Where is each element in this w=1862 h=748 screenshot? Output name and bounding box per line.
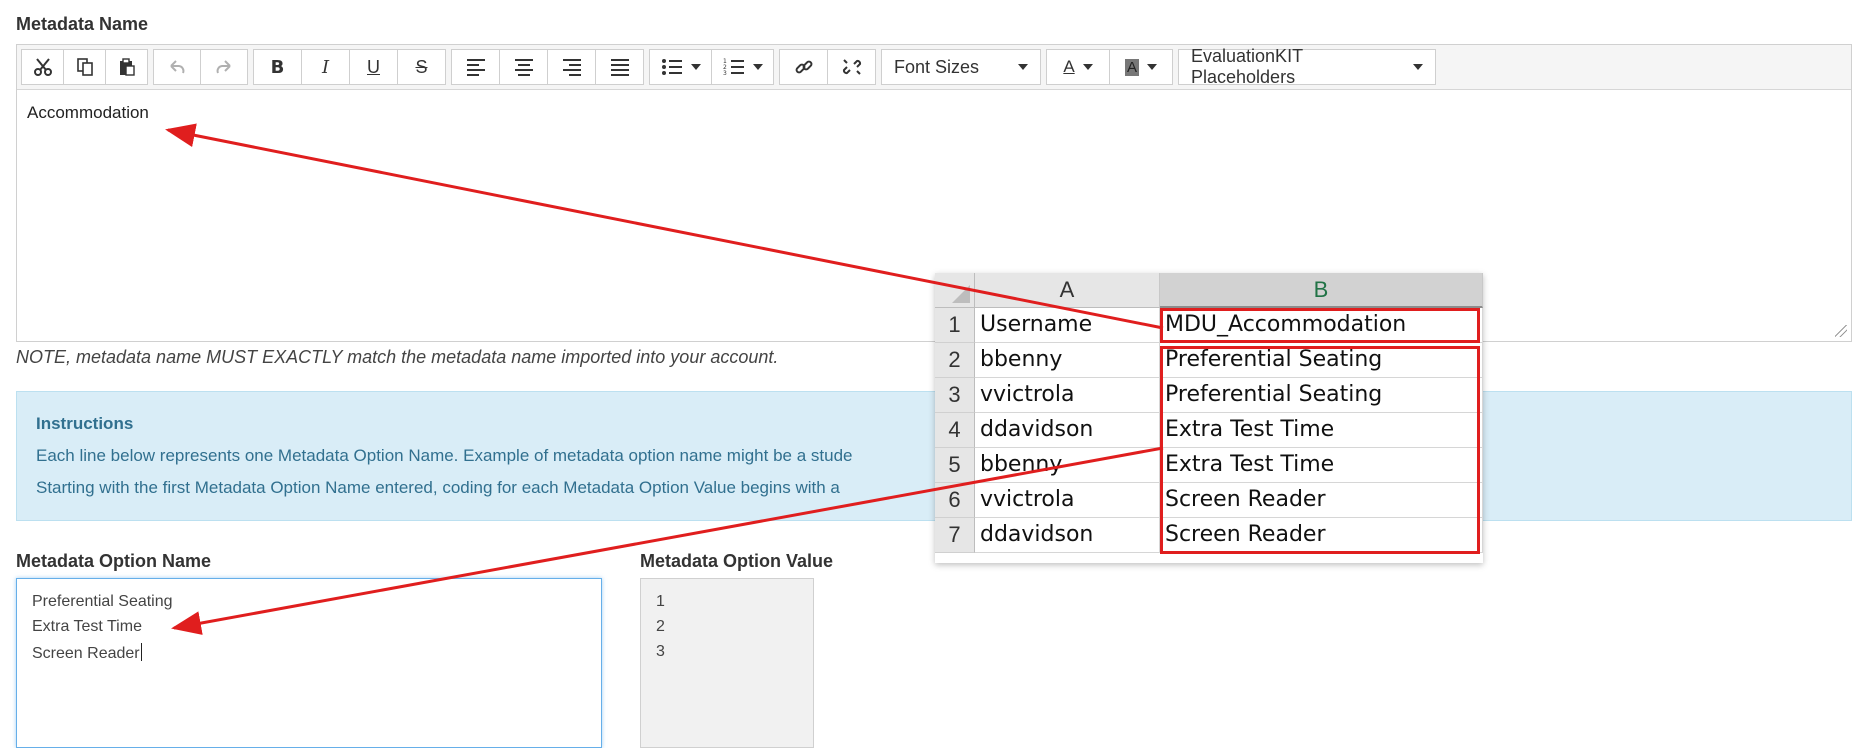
arrow-to-metadata-name [165, 123, 1164, 330]
arrow-to-option-names [171, 446, 1164, 635]
annotation-arrows [165, 123, 1164, 635]
